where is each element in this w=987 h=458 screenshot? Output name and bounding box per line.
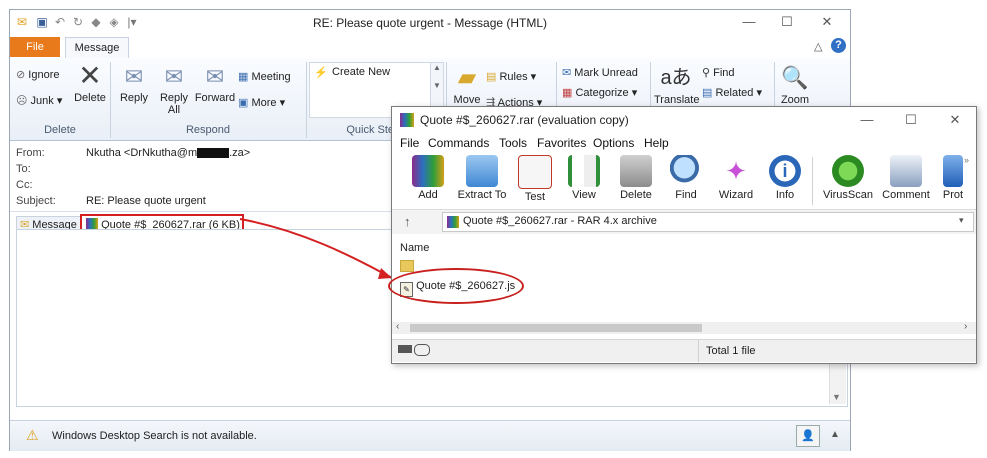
up-folder-icon[interactable]: ↑ [404, 214, 411, 229]
archive-path-field[interactable]: Quote #$_260627.rar - RAR 4.x archive ▾ [442, 212, 974, 232]
column-name-header[interactable]: Name [400, 242, 429, 254]
tool-comment-label: Comment [882, 189, 930, 201]
tool-extract-label: Extract To [457, 189, 507, 201]
horizontal-scrollbar[interactable]: ‹ › [392, 321, 976, 334]
close-button[interactable]: ✕ [940, 110, 970, 130]
key-icon [414, 344, 430, 356]
tool-extract-to[interactable]: Extract To [454, 153, 510, 209]
scrollbar-thumb[interactable] [410, 324, 702, 332]
tool-wizard-label: Wizard [718, 189, 754, 201]
test-clipboard-icon [518, 155, 552, 189]
tool-virusscan-label: VirusScan [823, 189, 873, 201]
tool-test[interactable]: Test [516, 153, 554, 209]
toolbar-overflow-icon[interactable]: » [964, 155, 969, 165]
winrar-toolbar: Add Extract To Test View Delete Find ✦ W… [392, 153, 976, 209]
info-icon: i [769, 155, 801, 187]
menu-file[interactable]: File [400, 136, 419, 150]
shield-icon [943, 155, 963, 187]
winrar-title: Quote #$_260627.rar (evaluation copy) [420, 113, 629, 127]
scroll-right-icon[interactable]: › [964, 321, 967, 332]
tool-virusscan[interactable]: VirusScan [820, 153, 876, 209]
magic-wand-icon: ✦ [725, 156, 747, 186]
winrar-icon [447, 216, 459, 228]
menu-commands[interactable]: Commands [428, 136, 489, 150]
tool-comment[interactable]: Comment [880, 153, 932, 209]
tool-wizard[interactable]: ✦ Wizard [714, 153, 758, 209]
comment-icon [890, 155, 922, 187]
status-divider [698, 340, 699, 362]
chevron-down-icon[interactable]: ▾ [959, 215, 964, 226]
menu-favorites[interactable]: Favorites [537, 136, 586, 150]
menu-help[interactable]: Help [644, 136, 669, 150]
status-total: Total 1 file [706, 345, 756, 357]
tool-delete[interactable]: Delete [614, 153, 658, 209]
book-view-icon [568, 155, 600, 187]
tool-delete-label: Delete [620, 189, 652, 201]
virus-scan-icon [832, 155, 864, 187]
winrar-file-list: Name ✎ Quote #$_260627.js ‹ › [388, 234, 976, 334]
winrar-status-bar: Total 1 file [392, 339, 976, 362]
toolbar-divider [812, 157, 813, 205]
winrar-icon [400, 113, 414, 127]
tool-view-label: View [572, 189, 596, 201]
add-archive-icon [412, 155, 444, 187]
tool-info[interactable]: i Info [766, 153, 804, 209]
maximize-button[interactable]: ☐ [896, 110, 926, 130]
tool-add[interactable]: Add [406, 153, 450, 209]
minimize-button[interactable]: — [852, 110, 882, 130]
winrar-address-bar: ↑ Quote #$_260627.rar - RAR 4.x archive … [392, 209, 976, 235]
tool-protect-label: Prot [942, 189, 964, 201]
tool-find-label: Find [675, 189, 697, 201]
tool-test-label: Test [524, 191, 546, 203]
menu-tools[interactable]: Tools [499, 136, 527, 150]
magnifier-icon [670, 155, 702, 187]
trash-icon [620, 155, 652, 187]
tool-find[interactable]: Find [666, 153, 706, 209]
tool-add-label: Add [418, 189, 438, 201]
highlight-ellipse [388, 268, 524, 304]
drive-icon [398, 345, 412, 353]
winrar-window: Quote #$_260627.rar (evaluation copy) — … [388, 106, 977, 364]
folder-extract-icon [466, 155, 498, 187]
tool-info-label: Info [775, 189, 795, 201]
winrar-menubar: File Commands Tools Favorites Options He… [392, 133, 976, 153]
archive-path: Quote #$_260627.rar - RAR 4.x archive [463, 215, 657, 227]
scroll-left-icon[interactable]: ‹ [396, 321, 399, 332]
tool-view[interactable]: View [562, 153, 606, 209]
menu-options[interactable]: Options [593, 136, 634, 150]
winrar-titlebar: Quote #$_260627.rar (evaluation copy) — … [392, 107, 976, 133]
parent-folder-icon[interactable] [400, 260, 414, 272]
